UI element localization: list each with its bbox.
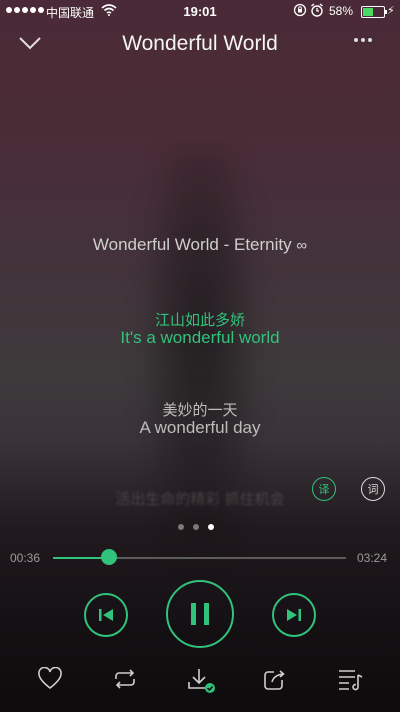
search-lyrics-label: 词 xyxy=(367,484,379,496)
battery-percent: 58% xyxy=(329,4,354,18)
search-lyrics-button[interactable]: 词 xyxy=(361,477,385,501)
translate-label: 译 xyxy=(318,484,330,496)
alarm-icon xyxy=(310,3,324,20)
share-icon[interactable] xyxy=(262,667,288,696)
pause-icon xyxy=(191,603,209,625)
heart-icon[interactable] xyxy=(37,666,63,696)
translate-lyrics-button[interactable]: 译 xyxy=(312,477,336,501)
lyric-line-zh: 美妙的一天 xyxy=(162,402,238,419)
download-icon[interactable] xyxy=(186,667,218,700)
next-button[interactable] xyxy=(272,593,316,637)
repeat-icon[interactable] xyxy=(111,667,139,696)
song-title: Wonderful World xyxy=(122,32,278,55)
current-time: 00:36 xyxy=(10,551,41,565)
charging-icon: ⚡ xyxy=(387,5,395,17)
song-artist-text: Wonderful World - Eternity xyxy=(92,235,292,254)
page-indicator xyxy=(178,524,214,530)
lyric-line-en: It's a wonderful world xyxy=(120,328,280,347)
next-track-icon xyxy=(287,609,301,621)
lyric-line-zh: 江山如此多娇 xyxy=(154,312,245,329)
more-dots-icon[interactable] xyxy=(354,38,372,42)
playlist-icon[interactable] xyxy=(337,667,365,696)
song-artist-line: Wonderful World - Eternity ∞ xyxy=(0,235,400,255)
progress-track[interactable] xyxy=(53,557,346,559)
play-pause-button[interactable] xyxy=(166,580,234,648)
page-dot-active xyxy=(208,524,214,530)
previous-track-icon xyxy=(99,609,113,621)
previous-button[interactable] xyxy=(84,593,128,637)
page-dot xyxy=(178,524,184,530)
infinity-icon: ∞ xyxy=(296,237,308,254)
battery-icon xyxy=(361,6,387,18)
status-bar: 中国联通 19:01 58% ⚡ xyxy=(0,0,400,22)
progress-knob[interactable] xyxy=(100,549,117,565)
rotation-lock-icon xyxy=(293,3,307,20)
total-time: 03:24 xyxy=(357,551,388,565)
lyric-line-faded: 活出生命的精彩 抓住机会 xyxy=(115,491,285,508)
page-dot xyxy=(193,524,199,530)
lyric-line-en: A wonderful day xyxy=(139,418,261,437)
